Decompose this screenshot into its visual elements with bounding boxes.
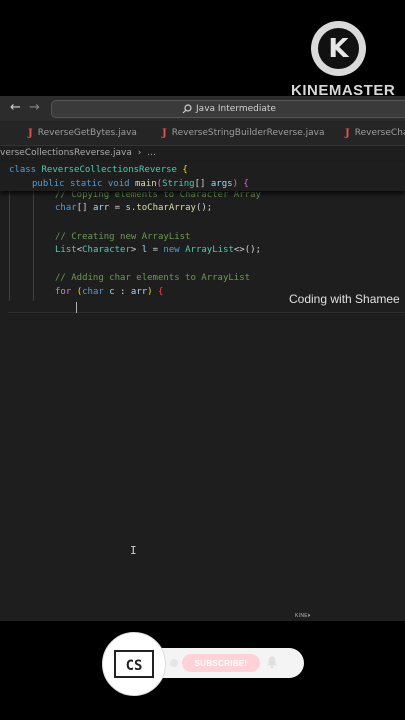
code-comment-adding: // Adding char elements to ArrayList xyxy=(55,273,251,283)
kinemaster-logo-ring: K xyxy=(318,28,359,69)
tab-label: ReverseGetBytes.java xyxy=(37,128,137,138)
code-line-for-loop: for (char c : arr) { xyxy=(55,287,164,297)
channel-caption: Coding with Shamee xyxy=(289,292,400,306)
subscribe-button[interactable]: SUBSCRIBE! xyxy=(182,654,260,672)
code-line-char-array: char[] arr = s.toCharArray(); xyxy=(55,203,213,213)
tab-reverse-string-builder[interactable]: J ReverseStringBuilderReverse.java xyxy=(162,121,325,145)
code-comment-copying: // Copying elements to Character Array xyxy=(55,190,261,200)
editor-tab-bar: J ReverseGetBytes.java J ReverseStringBu… xyxy=(0,121,405,146)
subscribe-dot xyxy=(170,659,178,667)
kinemaster-logo: K xyxy=(311,21,366,76)
breadcrumb-more[interactable]: ... xyxy=(147,148,156,158)
text-cursor xyxy=(76,302,77,313)
java-file-icon: J xyxy=(162,127,167,139)
breadcrumb-file[interactable]: verseCollectionsReverse.java xyxy=(0,148,132,158)
mouse-ibeam-cursor-icon: I xyxy=(130,544,137,557)
code-line-arraylist: List<Character> l = new ArrayList<>(); xyxy=(55,245,261,255)
channel-logo[interactable]: CS xyxy=(102,632,166,696)
breadcrumb: verseCollectionsReverse.java › ... xyxy=(0,148,156,162)
bell-icon[interactable] xyxy=(265,655,279,669)
search-icon xyxy=(182,104,192,114)
code-line-class: class ReverseCollectionsReverse { xyxy=(9,165,188,175)
code-line-main: public static void main(String[] args) { xyxy=(32,179,249,189)
vscode-window: ← → Java Intermediate J ReverseGetBytes.… xyxy=(0,96,405,621)
back-arrow-icon[interactable]: ← xyxy=(10,100,21,115)
current-line-highlight xyxy=(8,312,405,313)
forward-arrow-icon[interactable]: → xyxy=(29,100,40,115)
indent-guide xyxy=(9,191,10,301)
title-bar: ← → Java Intermediate xyxy=(0,96,405,121)
command-center-label: Java Intermediate xyxy=(196,104,276,114)
java-file-icon: J xyxy=(345,127,350,139)
kinemaster-logo-letter: K xyxy=(328,33,349,64)
java-file-icon: J xyxy=(28,127,33,139)
tab-label: ReverseStringBuilderReverse.java xyxy=(171,128,325,138)
breadcrumb-separator: › xyxy=(137,148,142,158)
command-center-search[interactable]: Java Intermediate xyxy=(51,100,405,118)
code-comment-creating: // Creating new ArrayList xyxy=(55,232,191,242)
kinemaster-mini-watermark: KINE⏵ xyxy=(295,613,311,619)
channel-logo-mark: CS xyxy=(114,650,154,678)
sticky-scroll-header[interactable]: class ReverseCollectionsReverse { public… xyxy=(0,162,405,191)
indent-guide xyxy=(33,191,34,301)
tab-label: ReverseCha xyxy=(354,128,405,138)
channel-logo-text: CS xyxy=(126,658,143,674)
tab-reverse-get-bytes[interactable]: J ReverseGetBytes.java xyxy=(28,121,137,145)
tab-reverse-char[interactable]: J ReverseCha xyxy=(345,121,405,145)
